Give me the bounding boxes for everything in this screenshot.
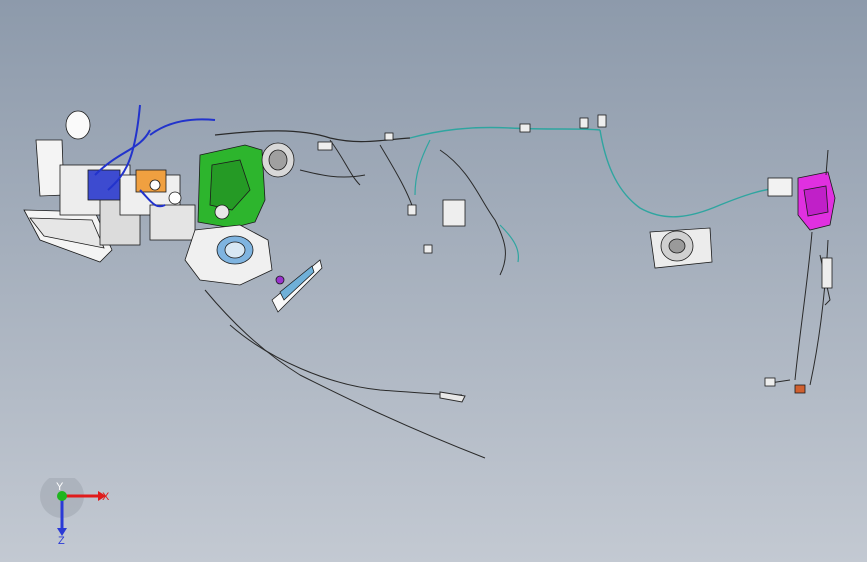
magenta-taillamp[interactable]: [767, 171, 836, 231]
triad-graphic: Y X Z: [40, 474, 110, 547]
speaker-right[interactable]: [649, 227, 713, 269]
headlamp-assembly[interactable]: [23, 110, 196, 263]
x-axis-label: X: [102, 491, 110, 503]
green-hvac-housing[interactable]: [197, 144, 266, 229]
y-axis-label: Y: [56, 481, 64, 493]
blower-assembly[interactable]: [184, 224, 323, 313]
cad-viewport[interactable]: Y X Z: [0, 0, 867, 562]
rear-connectors[interactable]: [764, 257, 833, 394]
coordinate-triad: Y X Z: [40, 474, 130, 548]
speaker-left[interactable]: [261, 142, 295, 178]
trunk-connectors[interactable]: [317, 114, 607, 254]
z-axis-label: Z: [58, 535, 65, 547]
wiring-harness-model[interactable]: [0, 0, 867, 562]
lower-drop-wire[interactable]: [204, 289, 486, 459]
